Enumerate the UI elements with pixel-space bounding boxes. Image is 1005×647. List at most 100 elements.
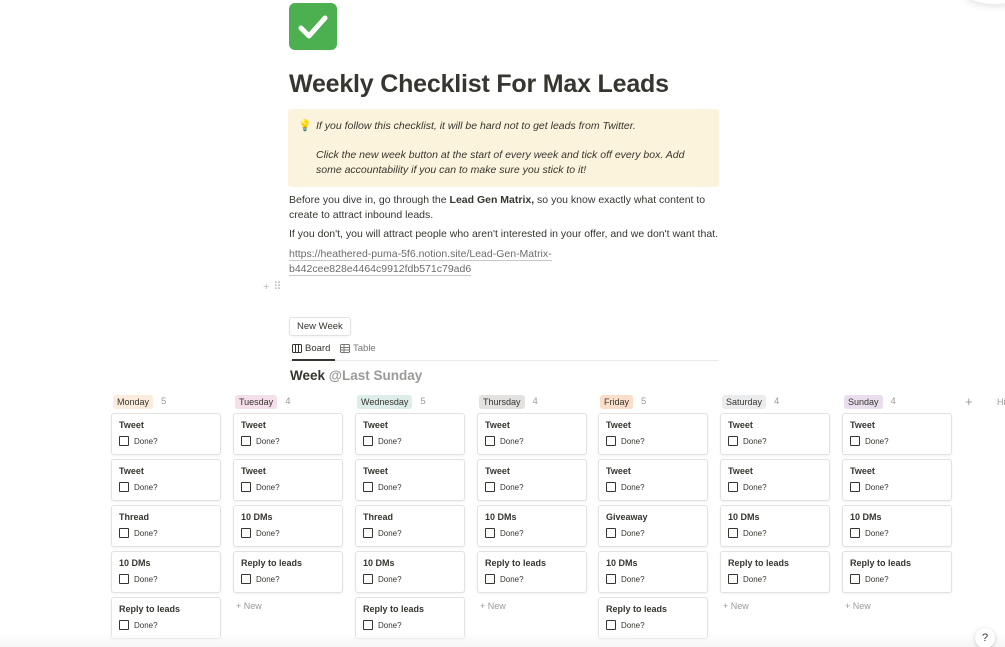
new-card-button[interactable]: + New (480, 601, 506, 611)
card-title: 10 DMs (119, 558, 151, 568)
done-checkbox[interactable] (850, 436, 860, 446)
board-card[interactable]: Thread Done? (111, 505, 221, 547)
board-card[interactable]: Reply to leads Done? (233, 551, 343, 593)
done-checkbox[interactable] (363, 574, 373, 584)
card-title: 10 DMs (728, 512, 760, 522)
board-card[interactable]: Tweet Done? (233, 413, 343, 455)
column-header[interactable]: Tuesday 4 (233, 393, 343, 410)
board-card[interactable]: Tweet Done? (720, 459, 830, 501)
tab-board[interactable]: Board (292, 341, 335, 361)
intro-paragraph[interactable]: Before you dive in, go through the Lead … (289, 193, 721, 222)
done-checkbox[interactable] (728, 574, 738, 584)
done-checkbox[interactable] (728, 482, 738, 492)
done-checkbox[interactable] (241, 436, 251, 446)
board-column-friday: Friday 5 Tweet Done? Tweet Done? Giveaway Done?… (598, 393, 708, 639)
add-group-button[interactable]: + (965, 394, 973, 409)
done-checkbox[interactable] (850, 574, 860, 584)
done-checkbox[interactable] (119, 436, 129, 446)
done-checkbox[interactable] (485, 482, 495, 492)
board-card[interactable]: Tweet Done? (355, 413, 465, 455)
tab-table[interactable]: Table (340, 341, 380, 361)
board-card[interactable]: Reply to leads Done? (477, 551, 587, 593)
page-title[interactable]: Weekly Checklist For Max Leads (289, 70, 669, 99)
done-checkbox[interactable] (485, 436, 495, 446)
new-week-button[interactable]: New Week (289, 317, 351, 336)
board-card[interactable]: Tweet Done? (111, 459, 221, 501)
column-tag: Sunday (844, 394, 883, 409)
column-header[interactable]: Thursday 4 (477, 393, 587, 410)
board-card[interactable]: 10 DMs Done? (355, 551, 465, 593)
done-checkbox[interactable] (363, 620, 373, 630)
done-checkbox[interactable] (363, 436, 373, 446)
link-line-1[interactable]: https://heathered-puma-5f6.notion.site/L… (289, 248, 552, 261)
done-checkbox[interactable] (241, 482, 251, 492)
done-checkbox[interactable] (485, 574, 495, 584)
link-line-2[interactable]: b442cee828e4464c9912fdb571c79ad6 (289, 262, 472, 276)
board-card[interactable]: Tweet Done? (720, 413, 830, 455)
board-card[interactable]: 10 DMs Done? (233, 505, 343, 547)
board-card[interactable]: Tweet Done? (598, 413, 708, 455)
hidden-groups-label[interactable]: Hi (997, 397, 1005, 407)
done-checkbox[interactable] (606, 620, 616, 630)
callout[interactable]: 💡 If you follow this checklist, it will … (288, 109, 719, 187)
done-label: Done? (256, 482, 280, 492)
board-card[interactable]: Giveaway Done? (598, 505, 708, 547)
board-card[interactable]: Reply to leads Done? (720, 551, 830, 593)
done-checkbox[interactable] (606, 436, 616, 446)
card-title: Tweet (485, 420, 510, 430)
board-card[interactable]: Reply to leads Done? (842, 551, 952, 593)
done-checkbox[interactable] (363, 482, 373, 492)
board-card[interactable]: 10 DMs Done? (720, 505, 830, 547)
board-card[interactable]: Tweet Done? (355, 459, 465, 501)
lead-gen-matrix-link[interactable]: https://heathered-puma-5f6.notion.site/L… (289, 247, 589, 276)
board-card[interactable]: Tweet Done? (842, 459, 952, 501)
done-checkbox[interactable] (485, 528, 495, 538)
column-header[interactable]: Sunday 4 (842, 393, 952, 410)
done-checkbox[interactable] (606, 528, 616, 538)
card-title: Tweet (119, 420, 144, 430)
done-checkbox[interactable] (363, 528, 373, 538)
tab-board-label: Board (305, 343, 331, 354)
done-checkbox-row: Done? (606, 620, 700, 630)
board-card[interactable]: Tweet Done? (477, 413, 587, 455)
card-title: Tweet (606, 466, 631, 476)
board-card[interactable]: Thread Done? (355, 505, 465, 547)
done-checkbox[interactable] (850, 528, 860, 538)
database-title[interactable]: Week @Last Sunday (290, 368, 422, 383)
column-header[interactable]: Friday 5 (598, 393, 708, 410)
check-mark-icon[interactable] (289, 3, 337, 50)
column-header[interactable]: Wednesday 5 (355, 393, 465, 410)
done-checkbox[interactable] (119, 482, 129, 492)
board-card[interactable]: 10 DMs Done? (111, 551, 221, 593)
board-card[interactable]: Tweet Done? (477, 459, 587, 501)
done-checkbox[interactable] (119, 528, 129, 538)
done-checkbox[interactable] (728, 436, 738, 446)
new-card-button[interactable]: + New (845, 601, 871, 611)
done-checkbox[interactable] (606, 574, 616, 584)
warning-paragraph[interactable]: If you don't, you will attract people wh… (289, 227, 721, 242)
board-card[interactable]: 10 DMs Done? (477, 505, 587, 547)
kanban-board: Monday 5 Tweet Done? Tweet Done? Thread Done? 10… (0, 393, 1005, 647)
new-card-button[interactable]: + New (236, 601, 262, 611)
done-checkbox[interactable] (119, 620, 129, 630)
done-checkbox[interactable] (728, 528, 738, 538)
block-drag-handle[interactable]: +⠿ (263, 280, 285, 293)
board-card[interactable]: Tweet Done? (111, 413, 221, 455)
board-card[interactable]: Tweet Done? (598, 459, 708, 501)
help-button[interactable]: ? (975, 628, 995, 647)
done-checkbox[interactable] (850, 482, 860, 492)
board-card[interactable]: 10 DMs Done? (842, 505, 952, 547)
board-card[interactable]: Tweet Done? (842, 413, 952, 455)
column-header[interactable]: Monday 5 (111, 393, 221, 410)
done-checkbox[interactable] (119, 574, 129, 584)
column-header[interactable]: Saturday 4 (720, 393, 830, 410)
done-checkbox[interactable] (606, 482, 616, 492)
done-label: Done? (743, 528, 767, 538)
column-count: 4 (890, 396, 896, 407)
new-card-button[interactable]: + New (723, 601, 749, 611)
board-card[interactable]: 10 DMs Done? (598, 551, 708, 593)
board-card[interactable]: Tweet Done? (233, 459, 343, 501)
done-checkbox[interactable] (241, 574, 251, 584)
done-checkbox[interactable] (241, 528, 251, 538)
date-mention[interactable]: @Last Sunday (329, 368, 422, 383)
